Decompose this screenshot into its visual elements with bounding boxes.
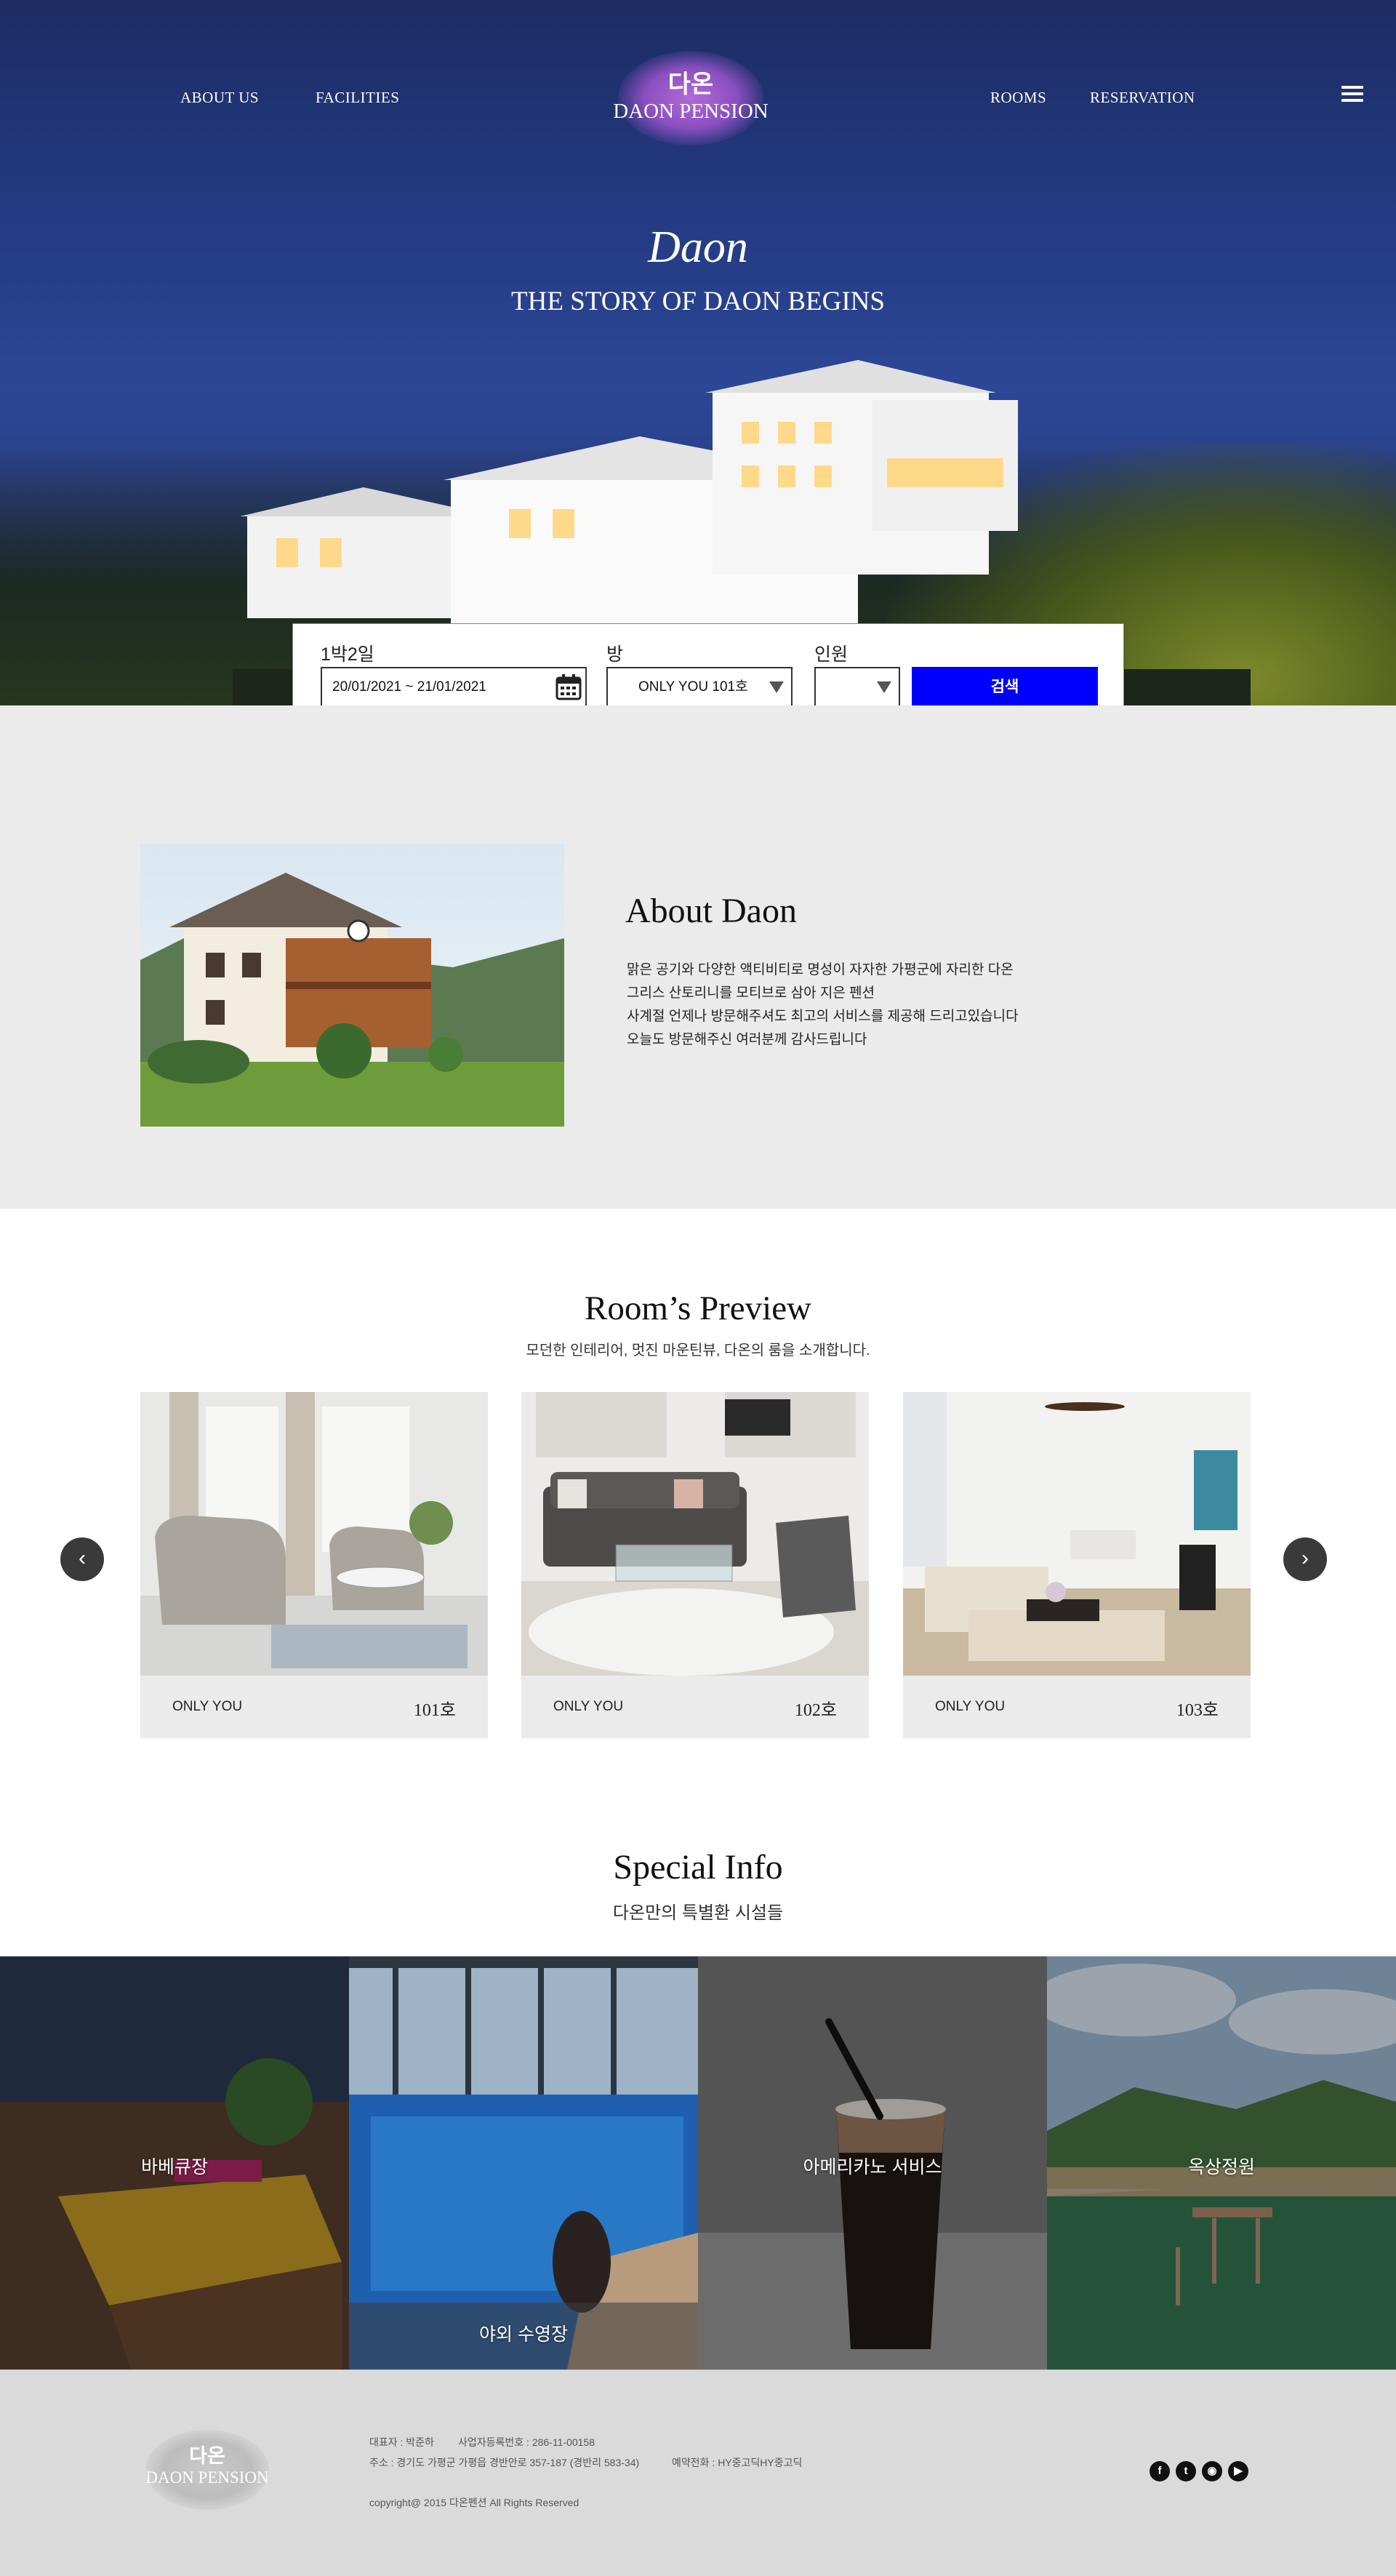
about-line-3: 사계절 언제나 방문해주셔도 최고의 서비스를 제공해 드리고있습니다 bbox=[627, 1009, 1019, 1024]
date-range-value: 20/01/2021 ~ 21/01/2021 bbox=[332, 679, 486, 695]
logo-korean: 다온 bbox=[667, 71, 714, 98]
youtube-icon[interactable]: ▶ bbox=[1228, 2461, 1248, 2481]
tile-rooftop-garden[interactable]: 옥상정원 bbox=[1047, 1956, 1396, 2369]
room-number: 103호 bbox=[1176, 1701, 1219, 1720]
nav-about-us[interactable]: ABOUT US bbox=[180, 89, 259, 107]
footer-business-no: 사업자등록번호 : 286-11-00158 bbox=[458, 2436, 595, 2448]
footer-phone: 예약전화 : HY중고딕HY중고딕 bbox=[672, 2457, 803, 2468]
footer-logo-korean: 다온 bbox=[189, 2445, 225, 2467]
tile-label: 옥상정원 bbox=[1187, 2157, 1255, 2177]
tile-label: 야외 수영장 bbox=[479, 2324, 568, 2345]
instagram-icon[interactable]: ◉ bbox=[1202, 2461, 1222, 2481]
tile-label: 바베큐장 bbox=[140, 2157, 208, 2177]
room-card-102[interactable]: ONLY YOU 102호 bbox=[521, 1392, 869, 1738]
about-line-2: 그리스 산토리니를 모티브로 삼아 지은 펜션 bbox=[627, 985, 875, 1001]
room-photo bbox=[903, 1392, 1251, 1676]
tile-label: 아메리카노 서비스 bbox=[803, 2157, 942, 2177]
guests-select[interactable] bbox=[814, 667, 900, 707]
rooms-subtitle: 모던한 인테리어, 멋진 마운틴뷰, 다온의 룸을 소개합니다. bbox=[526, 1343, 870, 1359]
chevron-left-icon[interactable]: ‹ bbox=[60, 1537, 104, 1581]
room-name: ONLY YOU bbox=[553, 1699, 624, 1714]
special-title: Special Info bbox=[613, 1848, 783, 1887]
room-number: 101호 bbox=[413, 1701, 456, 1720]
hero-title: THE STORY OF DAON BEGINS bbox=[511, 287, 885, 316]
room-label: 방 bbox=[606, 644, 624, 665]
room-select-value: ONLY YOU 101호 bbox=[638, 679, 748, 695]
chevron-right-icon[interactable]: › bbox=[1283, 1537, 1327, 1581]
rooms-title: Room’s Preview bbox=[584, 1289, 812, 1327]
about-line-1: 맑은 공기와 다양한 액티비티로 명성이 자자한 가평군에 자리한 다온 bbox=[627, 962, 1014, 977]
nav-reservation[interactable]: RESERVATION bbox=[1090, 89, 1195, 107]
tile-pool[interactable]: 야외 수영장 bbox=[349, 1956, 698, 2369]
footer-logo[interactable]: 다온 DAON PENSION bbox=[142, 2430, 273, 2510]
room-number: 102호 bbox=[794, 1701, 837, 1720]
stay-label: 1박2일 bbox=[321, 644, 374, 665]
room-name: ONLY YOU bbox=[935, 1699, 1006, 1714]
room-name: ONLY YOU bbox=[172, 1699, 243, 1714]
twitter-icon[interactable]: t bbox=[1176, 2461, 1196, 2481]
calendar-icon[interactable] bbox=[555, 673, 582, 701]
hero-section: ABOUT US FACILITIES ROOMS RESERVATION 다온… bbox=[0, 0, 1396, 705]
nav-rooms[interactable]: ROOMS bbox=[990, 89, 1046, 107]
special-subtitle: 다온만의 특별환 시설들 bbox=[612, 1903, 784, 1923]
room-card-101[interactable]: ONLY YOU 101호 bbox=[140, 1392, 488, 1738]
room-photo bbox=[521, 1392, 869, 1676]
room-photo bbox=[140, 1392, 488, 1676]
chevron-down-icon bbox=[877, 681, 891, 693]
about-title: About Daon bbox=[625, 892, 797, 930]
hero-script-title: Daon bbox=[648, 223, 748, 272]
footer-logo-english: DAON PENSION bbox=[145, 2468, 269, 2487]
footer-ceo: 대표자 : 박준하 bbox=[369, 2436, 434, 2448]
footer-address: 주소 : 경기도 가평군 가평읍 경반안로 357-187 (경반리 583-3… bbox=[369, 2457, 640, 2468]
tile-bbq[interactable]: 바베큐장 bbox=[0, 1956, 349, 2369]
tile-americano[interactable]: 아메리카노 서비스 bbox=[698, 1956, 1047, 2369]
footer-copyright: copyright@ 2015 다온펜션 All Rights Reserved bbox=[369, 2497, 579, 2508]
logo-english: DAON PENSION bbox=[613, 100, 769, 123]
guests-label: 인원 bbox=[814, 644, 849, 665]
rooms-section: Room’s Preview 모던한 인테리어, 멋진 마운틴뷰, 다온의 룸을… bbox=[0, 1209, 1396, 1827]
site-logo[interactable]: 다온 DAON PENSION bbox=[596, 51, 785, 145]
date-range-field[interactable]: 20/01/2021 ~ 21/01/2021 bbox=[321, 667, 587, 707]
about-line-4: 오늘도 방문해주신 여러분께 감사드립니다 bbox=[627, 1032, 867, 1047]
facebook-icon[interactable]: f bbox=[1150, 2461, 1170, 2481]
about-photo bbox=[140, 844, 564, 1127]
chevron-down-icon bbox=[769, 681, 784, 693]
room-select[interactable]: ONLY YOU 101호 bbox=[606, 667, 793, 707]
search-button[interactable]: 검색 bbox=[912, 667, 1098, 707]
hamburger-menu-icon[interactable] bbox=[1341, 86, 1363, 105]
nav-facilities[interactable]: FACILITIES bbox=[316, 89, 399, 107]
room-card-103[interactable]: ONLY YOU 103호 bbox=[903, 1392, 1251, 1738]
about-section: About Daon 맑은 공기와 다양한 액티비티로 명성이 자자한 가평군에… bbox=[0, 705, 1396, 1209]
